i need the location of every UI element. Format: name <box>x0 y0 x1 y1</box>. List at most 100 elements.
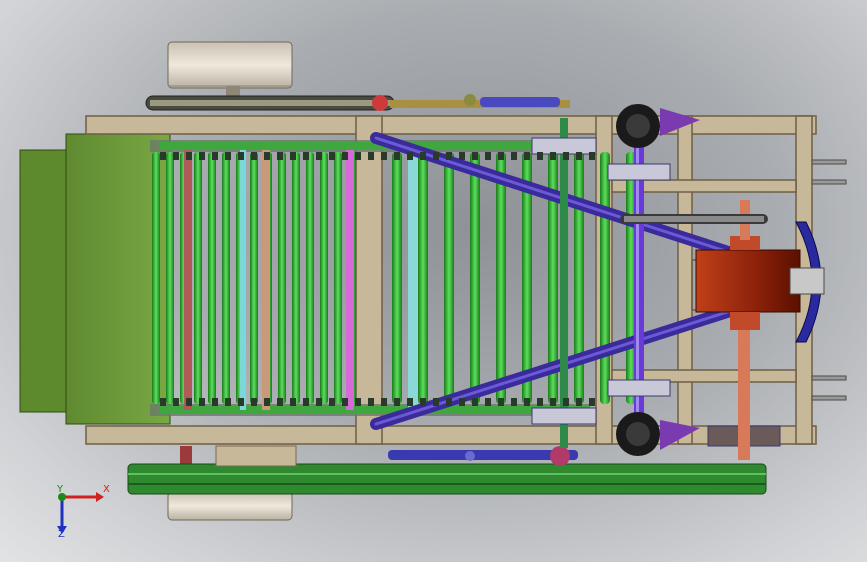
rail-block <box>381 152 387 160</box>
roller <box>278 152 286 404</box>
rail-block <box>589 152 595 160</box>
rail-block <box>277 398 283 406</box>
impeller <box>789 221 825 343</box>
gearbox <box>695 200 801 460</box>
rail-block <box>511 398 517 406</box>
axis-y-label: Y <box>57 484 64 495</box>
rail-block <box>485 398 491 406</box>
roller <box>306 152 314 404</box>
roller <box>418 152 428 404</box>
rail-block <box>303 398 309 406</box>
small-chain <box>620 214 768 224</box>
rail-block <box>277 152 283 160</box>
roller <box>292 152 300 404</box>
rail-block <box>433 398 439 406</box>
roller <box>152 152 160 404</box>
rail-block <box>459 152 465 160</box>
rail-block <box>472 398 478 406</box>
roller <box>166 152 174 404</box>
rail-block <box>420 152 426 160</box>
axis-triad <box>57 492 104 534</box>
rail-block <box>407 398 413 406</box>
rail-block <box>589 398 595 406</box>
rail-block <box>264 152 270 160</box>
roller <box>250 152 258 404</box>
rail-block <box>355 152 361 160</box>
rail-block <box>355 398 361 406</box>
rail-block <box>238 398 244 406</box>
rail-block <box>160 152 166 160</box>
rail-block <box>485 152 491 160</box>
rail-block <box>394 398 400 406</box>
rail-block <box>537 152 543 160</box>
rail-block <box>446 398 452 406</box>
roller <box>208 152 216 404</box>
rail-block <box>251 398 257 406</box>
rail-block <box>212 398 218 406</box>
rail-block <box>563 398 569 406</box>
roller <box>496 152 506 404</box>
rail-block <box>563 152 569 160</box>
rail-block <box>537 398 543 406</box>
rail-block <box>186 398 192 406</box>
rail-block <box>251 152 257 160</box>
rail-block <box>498 398 504 406</box>
roller <box>320 152 328 404</box>
roller <box>194 152 202 404</box>
rail-block <box>472 152 478 160</box>
rail-block <box>342 398 348 406</box>
roller <box>392 152 402 404</box>
bottom-belt <box>127 445 767 495</box>
roller <box>334 152 342 404</box>
rail-block <box>459 398 465 406</box>
rail-block <box>303 152 309 160</box>
rail-block <box>316 152 322 160</box>
machine-model <box>19 41 847 534</box>
rail-block <box>446 152 452 160</box>
rail-block <box>225 398 231 406</box>
rail-block <box>199 152 205 160</box>
rail-block <box>511 152 517 160</box>
rail-block <box>238 152 244 160</box>
rail-block <box>316 398 322 406</box>
rail-block <box>407 152 413 160</box>
rail-block <box>394 152 400 160</box>
accent-rods <box>184 150 418 410</box>
rail-block <box>290 152 296 160</box>
rail-block <box>498 152 504 160</box>
rail-block <box>199 398 205 406</box>
rail-block <box>550 152 556 160</box>
rail-block <box>433 152 439 160</box>
rail-block <box>160 398 166 406</box>
rail-block <box>576 398 582 406</box>
top-wheel <box>167 41 293 98</box>
rail-block <box>225 152 231 160</box>
roller <box>600 152 610 404</box>
rail-block <box>264 398 270 406</box>
rail-block <box>329 152 335 160</box>
rail-block <box>368 152 374 160</box>
rail-block <box>550 398 556 406</box>
axis-z-label: Z <box>58 529 65 540</box>
rail-block <box>173 398 179 406</box>
roller <box>222 152 230 404</box>
rail-block <box>186 152 192 160</box>
cad-viewport[interactable]: X Y Z <box>0 0 867 562</box>
hopper <box>19 133 171 425</box>
rail-block <box>576 152 582 160</box>
rail-block <box>290 398 296 406</box>
rail-block <box>212 152 218 160</box>
rail-block <box>342 152 348 160</box>
axis-x-label: X <box>103 484 110 495</box>
conveyor-rollers-left <box>152 152 356 404</box>
rail-block <box>173 152 179 160</box>
rail-block <box>368 398 374 406</box>
rail-block <box>329 398 335 406</box>
roller <box>444 152 454 404</box>
rail-block <box>524 152 530 160</box>
rail-block <box>420 398 426 406</box>
roller <box>470 152 480 404</box>
rail-block <box>524 398 530 406</box>
rail-block <box>381 398 387 406</box>
top-chain <box>145 94 570 111</box>
